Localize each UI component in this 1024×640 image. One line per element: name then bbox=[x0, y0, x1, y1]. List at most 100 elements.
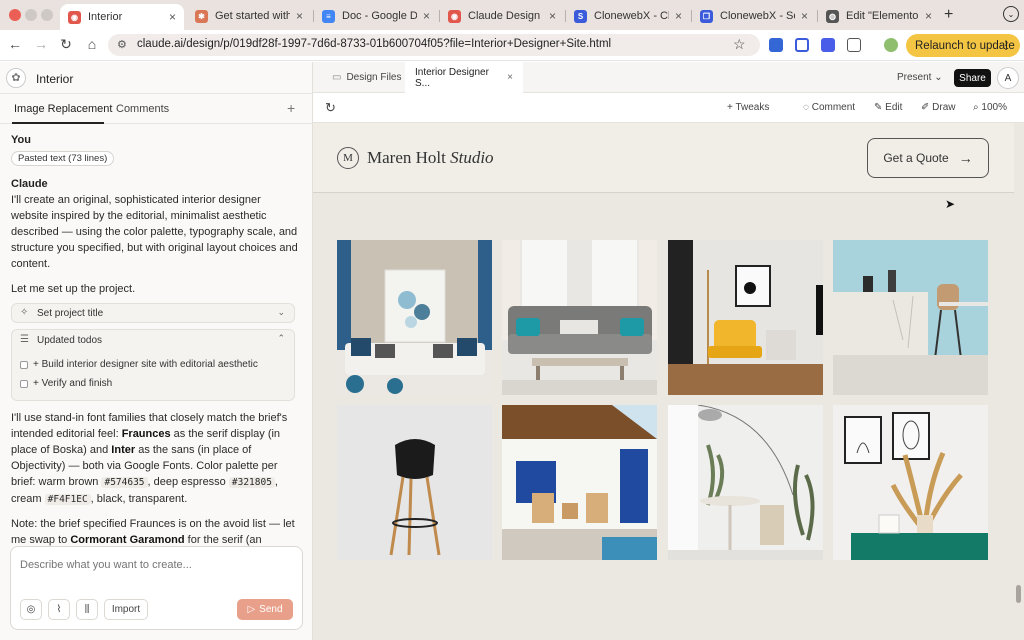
browser-tab-interior[interactable]: ◉ Interior × bbox=[60, 4, 184, 30]
scrollbar-thumb[interactable] bbox=[1016, 585, 1021, 603]
browser-toolbar: ← → ↻ ⌂ ⚙ claude.ai/design/p/019df28f-19… bbox=[0, 30, 1024, 61]
prompt-input[interactable] bbox=[20, 559, 290, 571]
tab-close-icon[interactable]: × bbox=[801, 9, 808, 23]
extension-square-icon[interactable] bbox=[821, 38, 835, 52]
extension-blue-icon[interactable] bbox=[769, 38, 783, 52]
tab-close-icon[interactable]: × bbox=[549, 9, 556, 23]
site-brand-name[interactable]: Maren Holt Studio bbox=[367, 148, 494, 168]
browser-tab-strip: ◉ Interior × ✱ Get started with Cl × ≡ D… bbox=[0, 0, 1024, 30]
gallery-image-living-room[interactable] bbox=[337, 240, 492, 395]
globe-icon: ◍ bbox=[826, 9, 839, 23]
yellow-chair-illustration bbox=[668, 240, 823, 395]
tab-interior-designer-site[interactable]: Interior Designer S... × bbox=[405, 62, 523, 93]
assistant-label: Claude bbox=[11, 178, 48, 190]
tab-comments[interactable]: Comments bbox=[116, 103, 169, 115]
forward-arrow-icon[interactable]: → bbox=[32, 36, 50, 52]
tab-search-chevron-icon[interactable]: ⌄ bbox=[1003, 6, 1019, 22]
present-dropdown[interactable]: Present ⌄ bbox=[897, 72, 943, 83]
gallery-image-pampas-wall[interactable] bbox=[833, 405, 988, 560]
brush-icon: ✐ bbox=[921, 102, 930, 113]
gallery-image-white-dining[interactable] bbox=[668, 405, 823, 560]
refresh-icon[interactable]: ↻ bbox=[325, 100, 336, 116]
gallery-image-yellow-chair[interactable] bbox=[668, 240, 823, 395]
gallery-image-gray-sofa[interactable] bbox=[502, 240, 657, 395]
site-header: M Maren Holt Studio Get a Quote → bbox=[313, 123, 1014, 193]
color-code: #F4F1EC bbox=[44, 494, 91, 505]
add-icon[interactable]: + bbox=[287, 100, 295, 116]
tweaks-button[interactable]: + Tweaks bbox=[727, 102, 769, 113]
window-zoom-button[interactable] bbox=[41, 9, 53, 21]
attach-paperclip-icon[interactable]: ⌇ bbox=[48, 599, 70, 620]
relaunch-to-update-button[interactable]: Relaunch to update ⋮ bbox=[906, 34, 1020, 57]
chevron-down-icon: ⌄ bbox=[934, 72, 943, 83]
browser-tab-clonewebx-1[interactable]: S ClonewebX - Clon × bbox=[566, 4, 690, 28]
gallery-image-patio[interactable] bbox=[502, 405, 657, 560]
window-minimize-button[interactable] bbox=[25, 9, 37, 21]
kebab-menu-icon[interactable]: ⋮ bbox=[1000, 38, 1012, 52]
tab-close-icon[interactable]: × bbox=[507, 72, 513, 83]
chat-tabs: Image Replacement Comments + bbox=[0, 94, 312, 124]
get-a-quote-button[interactable]: Get a Quote → bbox=[867, 138, 989, 178]
project-header: ✿ Interior bbox=[0, 62, 312, 94]
import-button[interactable]: Import bbox=[104, 599, 148, 620]
at-mention-icon[interactable]: ◎ bbox=[20, 599, 42, 620]
tab-image-replacement[interactable]: Image Replacement bbox=[14, 103, 112, 115]
living-room-illustration bbox=[337, 240, 492, 395]
tab-close-icon[interactable]: × bbox=[675, 9, 682, 23]
tab-close-icon[interactable]: × bbox=[169, 10, 176, 24]
chat-transcript: You Pasted text (73 lines) Claude I'll c… bbox=[11, 134, 301, 564]
reload-icon[interactable]: ↻ bbox=[57, 36, 75, 53]
browser-tab-get-started[interactable]: ✱ Get started with Cl × bbox=[187, 4, 311, 28]
project-title[interactable]: Interior bbox=[36, 72, 73, 86]
draw-button[interactable]: ✐ Draw bbox=[921, 102, 956, 113]
tab-close-icon[interactable]: × bbox=[423, 9, 430, 23]
claude-favicon-icon: ◉ bbox=[68, 10, 81, 24]
back-arrow-icon[interactable]: ← bbox=[6, 36, 24, 52]
tab-close-icon[interactable]: × bbox=[925, 9, 932, 23]
voice-waveform-icon[interactable]: ⫼ bbox=[76, 599, 98, 620]
google-docs-icon: ≡ bbox=[322, 9, 335, 23]
share-button[interactable]: Share bbox=[954, 69, 991, 87]
new-tab-button[interactable]: + bbox=[944, 6, 953, 24]
todo-checkbox[interactable] bbox=[20, 360, 28, 369]
tab-design-files[interactable]: ▭ Design Files bbox=[322, 62, 411, 93]
folder-icon: ▭ bbox=[332, 72, 342, 83]
site-settings-icon[interactable]: ⚙ bbox=[117, 38, 127, 51]
bookmark-star-icon[interactable]: ☆ bbox=[733, 36, 746, 53]
comment-button[interactable]: ◌ Comment bbox=[803, 102, 855, 113]
pasted-text-pill[interactable]: Pasted text (73 lines) bbox=[11, 151, 115, 166]
todo-checkbox[interactable] bbox=[20, 379, 28, 388]
user-label: You bbox=[11, 134, 31, 146]
mouse-cursor-icon: ➤ bbox=[945, 197, 956, 211]
avatar[interactable]: A bbox=[997, 67, 1019, 89]
black-stool-illustration bbox=[337, 405, 492, 560]
extension-copy-icon[interactable] bbox=[795, 38, 809, 52]
address-bar[interactable]: ⚙ claude.ai/design/p/019df28f-1997-7d6d-… bbox=[108, 34, 760, 56]
window-close-button[interactable] bbox=[9, 9, 21, 21]
tool-call-updated-todos[interactable]: ☰ Updated todos ⌃ + Build interior desig… bbox=[11, 329, 295, 401]
url-text[interactable]: claude.ai/design/p/019df28f-1997-7d6d-87… bbox=[137, 38, 611, 50]
browser-tab-elementor[interactable]: ◍ Edit "Elementor #2 × bbox=[818, 4, 940, 28]
site-logo-mark[interactable]: M bbox=[337, 147, 359, 169]
gallery-image-black-stool[interactable] bbox=[337, 405, 492, 560]
clonewebx-copy-icon: ❐ bbox=[700, 9, 713, 23]
send-button[interactable]: ▷ Send bbox=[237, 599, 293, 620]
palette-icon[interactable]: ✿ bbox=[6, 68, 26, 88]
extensions-puzzle-icon[interactable] bbox=[847, 38, 861, 52]
browser-tab-clonewebx-2[interactable]: ❐ ClonewebX - Softw × bbox=[692, 4, 816, 28]
edit-button[interactable]: ✎ Edit bbox=[874, 102, 902, 113]
home-icon[interactable]: ⌂ bbox=[83, 36, 101, 52]
zoom-control[interactable]: ⌕ 100% bbox=[973, 102, 1007, 113]
gray-sofa-illustration bbox=[502, 240, 657, 395]
color-code: #574635 bbox=[101, 477, 148, 488]
tool-call-set-project-title[interactable]: ✧ Set project title ⌄ bbox=[11, 303, 295, 323]
profile-avatar-icon[interactable] bbox=[884, 38, 898, 52]
browser-tab-claude-design[interactable]: ◉ Claude Design × bbox=[440, 4, 564, 28]
sparkle-icon: ✧ bbox=[20, 307, 29, 318]
white-dining-illustration bbox=[668, 405, 823, 560]
browser-tab-google-docs[interactable]: ≡ Doc - Google Docs × bbox=[314, 4, 438, 28]
gallery-image-bar-stool[interactable] bbox=[833, 240, 988, 395]
bar-stool-illustration bbox=[833, 240, 988, 395]
comment-bubble-icon: ◌ bbox=[803, 102, 809, 113]
tab-close-icon[interactable]: × bbox=[296, 9, 303, 23]
